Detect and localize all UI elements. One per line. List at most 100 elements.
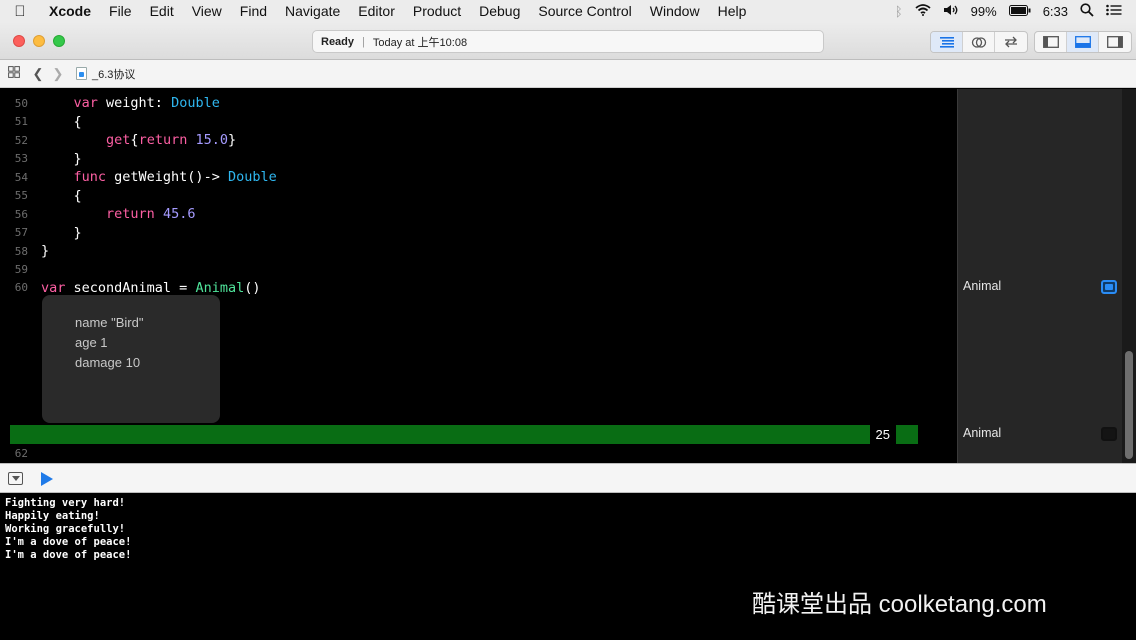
menu-help[interactable]: Help xyxy=(709,3,756,19)
related-items-grid-icon[interactable] xyxy=(0,66,28,81)
menu-bar:  Xcode File Edit View Find Navigate Edi… xyxy=(0,0,1136,22)
code-text: var weight: Double xyxy=(73,95,220,112)
activity-viewer: Ready | Today at 上午10:08 xyxy=(312,30,824,53)
back-chevron-icon[interactable]: ❮ xyxy=(28,66,48,82)
console-line: I'm a dove of peace! xyxy=(5,536,132,548)
console-line: I'm a dove of peace! xyxy=(5,549,132,561)
minimize-window-button[interactable] xyxy=(33,35,45,47)
build-timestamp: Today at 上午10:08 xyxy=(372,36,468,49)
menu-editor[interactable]: Editor xyxy=(349,3,404,19)
line-number: 60 xyxy=(14,281,28,295)
console-scroll-area xyxy=(1122,493,1136,640)
line-number: 58 xyxy=(14,244,28,258)
code-text: return 45.6 xyxy=(106,206,196,223)
code-text: { xyxy=(41,187,82,204)
line-number: 62 xyxy=(14,446,28,460)
forward-chevron-icon[interactable]: ❯ xyxy=(48,66,68,82)
run-playground-icon[interactable] xyxy=(41,472,53,486)
jump-bar: ❮ ❯ _6.3协议 xyxy=(0,60,1136,88)
apple-menu-icon[interactable]:  xyxy=(0,3,40,20)
result-line-60[interactable]: Animal xyxy=(963,279,1001,293)
show-result-icon[interactable] xyxy=(1101,280,1117,294)
build-status: Ready xyxy=(321,35,355,48)
code-line-56[interactable]: 56 return 45.6 xyxy=(0,205,957,224)
menu-navigate[interactable]: Navigate xyxy=(276,3,349,19)
toggle-debug-area-button[interactable] xyxy=(1067,32,1099,52)
code-line-54[interactable]: 54 func getWeight()-> Double xyxy=(0,168,957,187)
wifi-icon[interactable] xyxy=(915,3,931,19)
code-text: get{return 15.0} xyxy=(106,132,237,149)
inline-result-value[interactable]: 25 xyxy=(869,425,896,444)
code-line-55[interactable]: 55 { xyxy=(0,187,957,206)
bluetooth-icon[interactable]: ᛒ xyxy=(895,4,903,19)
console-line: Working gracefully! xyxy=(5,523,126,535)
menu-file[interactable]: File xyxy=(100,3,141,19)
editor-scrollbar-thumb[interactable] xyxy=(1125,351,1133,459)
code-text: var secondAnimal = Animal() xyxy=(41,279,261,296)
spotlight-search-icon[interactable] xyxy=(1080,2,1094,20)
popover-line-damage: damage 10 xyxy=(75,355,141,370)
line-number: 52 xyxy=(14,133,28,147)
panel-toggle-segment xyxy=(1034,31,1132,53)
notification-center-icon[interactable] xyxy=(1106,4,1122,19)
zoom-window-button[interactable] xyxy=(53,35,65,47)
line-number: 56 xyxy=(14,207,28,221)
code-line-53[interactable]: 53 } xyxy=(0,150,957,169)
standard-editor-button[interactable] xyxy=(931,32,963,52)
version-editor-button[interactable] xyxy=(995,32,1027,52)
debug-panel-icon xyxy=(1074,36,1091,48)
results-sidebar: Animal Animal xyxy=(957,89,1122,463)
popover-line-age: age 1 xyxy=(75,335,108,350)
clock[interactable]: 6:33 xyxy=(1043,4,1068,19)
standard-editor-icon xyxy=(939,37,954,48)
jump-bar-file-name[interactable]: _6.3协议 xyxy=(92,66,135,82)
menu-edit[interactable]: Edit xyxy=(141,3,183,19)
menu-app[interactable]: Xcode xyxy=(40,3,100,19)
debug-bar xyxy=(0,463,1136,493)
line-number: 51 xyxy=(14,115,28,129)
menu-source-control[interactable]: Source Control xyxy=(529,3,640,19)
line-number: 55 xyxy=(14,189,28,203)
toggle-navigator-button[interactable] xyxy=(1035,32,1067,52)
code-text: } xyxy=(41,224,82,241)
code-line-51[interactable]: 51 { xyxy=(0,113,957,132)
menu-find[interactable]: Find xyxy=(231,3,276,19)
code-text: } xyxy=(41,150,82,167)
editor-scrollbar[interactable] xyxy=(1122,89,1136,463)
editor-mode-segment xyxy=(930,31,1028,53)
code-line-59[interactable]: 59 xyxy=(0,261,957,280)
code-line-52[interactable]: 52 get{return 15.0} xyxy=(0,131,957,150)
code-text: func getWeight()-> Double xyxy=(73,169,277,186)
battery-percent: 99% xyxy=(970,3,997,19)
code-line-62[interactable]: 62 xyxy=(0,444,957,463)
line-number: 50 xyxy=(14,96,28,110)
show-result-icon-inactive[interactable] xyxy=(1101,427,1117,441)
menu-product[interactable]: Product xyxy=(404,3,470,19)
close-window-button[interactable] xyxy=(13,35,25,47)
menu-window[interactable]: Window xyxy=(641,3,709,19)
hide-debug-area-icon[interactable] xyxy=(8,472,23,485)
line-number: 54 xyxy=(14,170,28,184)
result-line-61[interactable]: Animal xyxy=(963,426,1001,440)
assistant-editor-button[interactable] xyxy=(963,32,995,52)
menu-view[interactable]: View xyxy=(183,3,231,19)
menu-debug[interactable]: Debug xyxy=(470,3,529,19)
volume-icon[interactable] xyxy=(943,4,959,19)
line-number: 57 xyxy=(14,226,28,240)
utilities-panel-icon xyxy=(1107,36,1123,48)
value-popover: name "Bird" age 1 damage 10 xyxy=(42,295,220,423)
console-line: Fighting very hard! xyxy=(5,497,126,509)
battery-icon[interactable] xyxy=(1008,4,1031,19)
code-line-58[interactable]: 58} xyxy=(0,242,957,261)
status-area: ᛒ 99% 6:33 xyxy=(895,0,1136,22)
code-line-57[interactable]: 57 } xyxy=(0,224,957,243)
popover-line-name: name "Bird" xyxy=(75,315,144,330)
watermark-text: 酷课堂出品 coolketang.com xyxy=(752,591,1047,618)
swift-file-icon xyxy=(76,67,87,80)
code-text: { xyxy=(41,113,82,130)
code-line-50[interactable]: 50 var weight: Double xyxy=(0,94,957,113)
code-text: } xyxy=(41,243,50,260)
toggle-utilities-button[interactable] xyxy=(1099,32,1131,52)
console-line: Happily eating! xyxy=(5,510,100,522)
line-number: 59 xyxy=(14,263,28,277)
